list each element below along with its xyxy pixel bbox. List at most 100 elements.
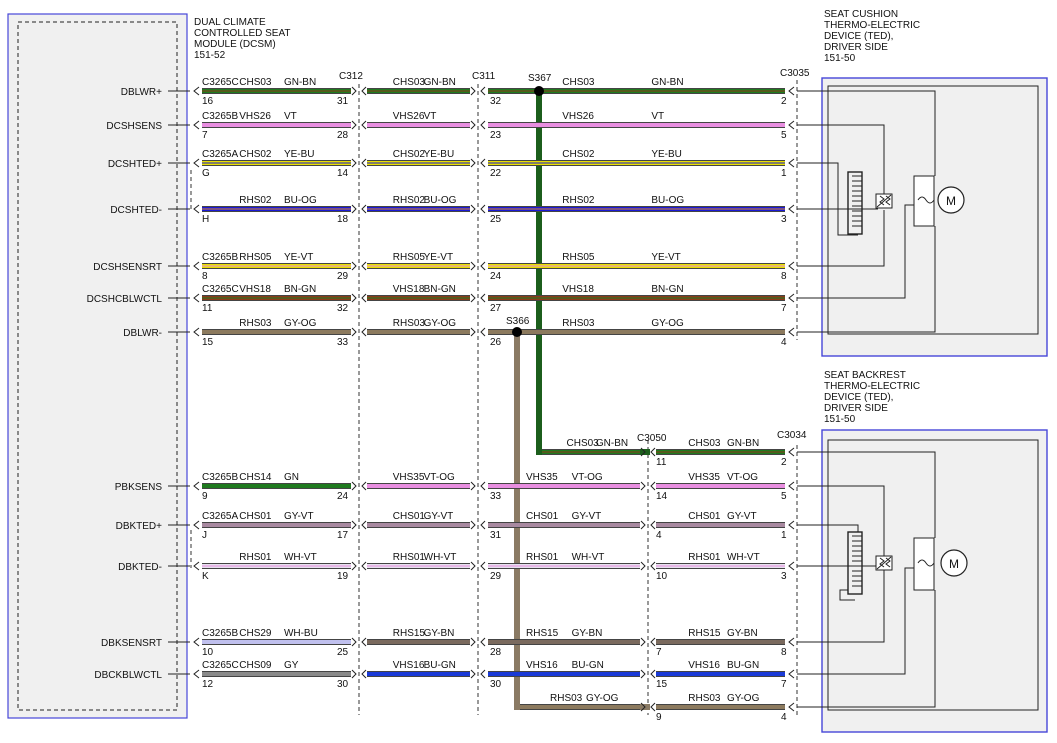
wire-4-module-pin: H — [202, 214, 209, 225]
backrest-power-branch-device-arrow — [788, 447, 795, 457]
wire-2-c311-cut-arrow-in — [470, 120, 476, 130]
wire-2-module-arrow — [193, 120, 200, 130]
wire-2-c311-cut-arrow-out — [480, 120, 486, 130]
wire-10-c3050-pin: 10 — [656, 571, 668, 582]
wire-10-seg2-color-label: WH-VT — [424, 552, 457, 563]
dcsm-title-line-1: DUAL CLIMATE — [194, 17, 266, 28]
wire-1: DBLWR+CHS03 GN-BN CHS03GN-BN CHS03 GN-BNC326… — [121, 77, 795, 107]
wire-8-seg4-circuit-label: VHS35 — [688, 472, 720, 483]
wire-3-module-pin: G — [202, 168, 210, 179]
wire-1-seg3-color-label: GN-BN — [651, 77, 683, 88]
cushion-motor-controller — [913, 175, 935, 227]
wire-10-c312-cut-arrow-in — [351, 561, 357, 571]
wire-3-module-connector: C3265A — [202, 149, 238, 160]
cushion-thermistor-icon — [875, 193, 893, 209]
wire-7-c312-cut-arrow-out — [361, 327, 367, 337]
wire-11-seg3-circuit-label: RHS15 — [526, 628, 559, 639]
wire-2-module-pin: 7 — [202, 130, 208, 141]
dcsm-title-line-2: CONTROLLED SEAT — [194, 28, 291, 39]
wire-9-seg3-color-label: GY-VT — [572, 511, 602, 522]
wire-11-c311-cut-arrow-in — [470, 637, 476, 647]
wire-10-c312-cut-arrow-out — [361, 561, 367, 571]
cushion-title-line-1: SEAT CUSHION — [824, 9, 898, 20]
wire-6-device-pin: 7 — [781, 303, 787, 314]
wire-12-c311-pin: 30 — [490, 679, 502, 690]
wire-4-c312-cut-arrow-out — [361, 204, 367, 214]
backrest-title-line-5: 151-50 — [824, 414, 856, 425]
wire-1-device-pin: 2 — [781, 96, 787, 107]
wire-7-module-pin-name: DBLWR- — [123, 328, 162, 339]
wire-4-seg3-circuit-label: RHS02 — [562, 195, 595, 206]
wire-8-c311-pin: 33 — [490, 491, 502, 502]
wire-2-device-arrow — [788, 120, 795, 130]
wire-6-c311-cut-arrow-in — [470, 293, 476, 303]
wire-5-c312-cut-arrow-in — [351, 261, 357, 271]
wire-9-seg3-circuit-label: CHS01 — [526, 511, 559, 522]
wire-11-module-pin: 10 — [202, 647, 214, 658]
wire-8-seg2-color-label: VT-OG — [424, 472, 455, 483]
wire-6-c311-pin: 27 — [490, 303, 502, 314]
wire-1-device-arrow — [788, 86, 795, 96]
wire-12-c312-cut-arrow-in — [351, 669, 357, 679]
wire-12-module-pin-name: DBCKBLWCTL — [94, 670, 162, 681]
cushion-title: SEAT CUSHION THERMO-ELECTRIC DEVICE (TED… — [824, 9, 920, 64]
wire-3: DCSHTED+CHS02 YE-BU CHS02YE-BU CHS02 YE-BUC3… — [108, 149, 795, 179]
wire-9-c312-pin: 17 — [337, 530, 349, 541]
wire-6-c312-pin: 32 — [337, 303, 349, 314]
wire-5-module-pin: 8 — [202, 271, 208, 282]
wire-10-seg4-color-label: WH-VT — [727, 552, 760, 563]
c3050-label: C3050 — [637, 433, 667, 444]
wire-6-c312-cut-arrow-out — [361, 293, 367, 303]
wire-7-seg3-circuit-label: RHS03 — [562, 318, 595, 329]
wire-12-seg2-color-label: BU-GN — [424, 660, 456, 671]
wire-12: DBCKBLWCTLCHS09 GY VHS16 BU-GN VHS16 BU-GN VHS… — [94, 660, 795, 690]
wire-6-module-arrow — [193, 293, 200, 303]
wire-6-seg3-color-label: BN-GN — [651, 284, 683, 295]
wire-12-seg1-color-label: GY — [284, 660, 299, 671]
wire-8-c312-cut-arrow-out — [361, 481, 367, 491]
backrest-ground-branch: RHS03 GY-OG RHS03 GY-OG9 4 — [520, 693, 795, 723]
wire-8-module-connector: C3265B — [202, 472, 238, 483]
backrest-power-branch-c3050-pin: 11 — [656, 457, 667, 468]
trunks — [514, 92, 650, 710]
wire-12-seg1-circuit-label: CHS09 — [239, 660, 272, 671]
wire-8-seg3-circuit-label: VHS35 — [526, 472, 558, 483]
wire-8-c312-pin: 24 — [337, 491, 349, 502]
wire-9-seg4-circuit-label: CHS01 — [688, 511, 721, 522]
wire-8-c311-cut-arrow-in — [470, 481, 476, 491]
wire-5-module-arrow — [193, 261, 200, 271]
wire-4-seg3-color-label: BU-OG — [651, 195, 684, 206]
backrest-power-branch-seg3-color-label: GN-BN — [596, 438, 628, 449]
wire-1-c312-cut-arrow-out — [361, 86, 367, 96]
wire-8-device-pin: 5 — [781, 491, 787, 502]
wire-8-c3050-pin: 14 — [656, 491, 668, 502]
wire-9-module-pin-name: DBKTED+ — [116, 521, 163, 532]
wire-2-seg1-color-label: VT — [284, 111, 297, 122]
wire-12-c312-cut-arrow-out — [361, 669, 367, 679]
wire-4-seg2-color-label: BU-OG — [424, 195, 457, 206]
wire-7-device-pin: 4 — [781, 337, 787, 348]
wire-6-module-connector: C3265C — [202, 284, 239, 295]
wire-10-c311-cut-arrow-out — [480, 561, 486, 571]
wire-7-seg2-circuit-label: RHS03 — [393, 318, 426, 329]
wire-11-module-pin-name: DBKSENSRT — [101, 638, 162, 649]
wire-12-c312-pin: 30 — [337, 679, 349, 690]
wire-5-device-arrow — [788, 261, 795, 271]
wire-9-seg1-color-label: GY-VT — [284, 511, 314, 522]
wire-5: DCSHSENSRTRHS05 YE-VT RHS05YE-VT RHS05 YE-VT… — [93, 252, 795, 282]
wire-4-seg1-color-label: BU-OG — [284, 195, 317, 206]
wire-9-c3050-pin: 4 — [656, 530, 662, 541]
wire-4-device-pin: 3 — [781, 214, 787, 225]
wiring-diagram: DUAL CLIMATE CONTROLLED SEAT MODULE (DCS… — [7, 9, 1048, 733]
wire-8-seg1-color-label: GN — [284, 472, 299, 483]
wire-5-c311-cut-arrow-in — [470, 261, 476, 271]
backrest-ground-branch-seg4-circuit-label: RHS03 — [688, 693, 721, 704]
wire-12-c3050-cut-arrow-in — [640, 669, 646, 679]
wire-3-c311-pin: 22 — [490, 168, 502, 179]
wire-9-seg4-color-label: GY-VT — [727, 511, 757, 522]
backrest-ground-branch-c3050-cut-arrow-out — [650, 702, 656, 712]
wire-1-c311-cut-arrow-in — [470, 86, 476, 96]
dcsm-module-title: DUAL CLIMATE CONTROLLED SEAT MODULE (DCS… — [194, 17, 291, 61]
cushion-motor-label: M — [946, 194, 956, 208]
wire-8-seg4-color-label: VT-OG — [727, 472, 758, 483]
